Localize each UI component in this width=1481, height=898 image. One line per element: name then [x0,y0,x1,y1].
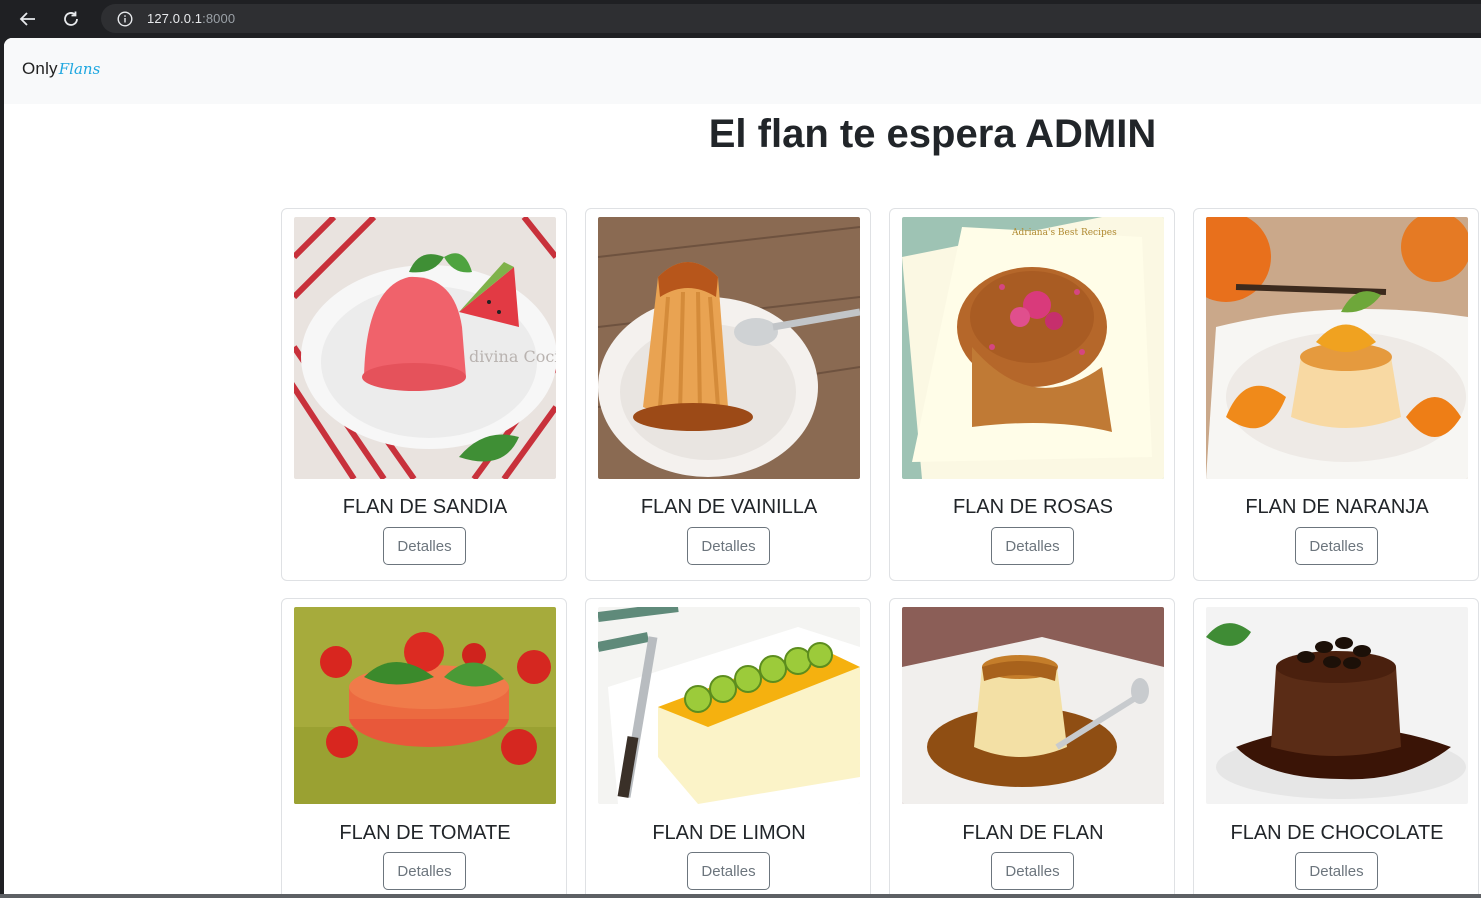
flan-card: FLAN DE LIMON Detalles [585,598,871,894]
flan-card: FLAN DE TOMATE Detalles [281,598,567,894]
details-button[interactable]: Detalles [383,527,466,565]
details-button[interactable]: Detalles [991,852,1074,890]
flan-image [1206,607,1468,804]
flan-image: Adriana's Best Recipes [902,217,1164,479]
details-button[interactable]: Detalles [1295,527,1378,565]
reload-icon[interactable] [58,7,84,31]
flan-card: FLAN DE FLAN Detalles [889,598,1175,894]
url-host: 127.0.0.1 [147,11,203,26]
details-button[interactable]: Detalles [687,852,770,890]
flan-card: FLAN DE VAINILLA Detalles [585,208,871,581]
site-info-icon[interactable] [116,10,134,28]
details-button[interactable]: Detalles [1295,852,1378,890]
flan-image [902,607,1164,804]
page-title: El flan te espera ADMIN [708,112,1157,156]
flan-name: FLAN DE TOMATE [339,822,511,844]
flan-name: FLAN DE NARANJA [1245,496,1429,518]
window-bottom-edge [0,894,1481,898]
url-text: 127.0.0.1:8000 [147,11,235,26]
navbar: Only Flans [4,38,1481,104]
flan-card: divina Cocina FLAN DE SANDIA Detalles [281,208,567,581]
flan-card: Adriana's Best Recipes FLAN DE ROSAS Det… [889,208,1175,581]
details-button[interactable]: Detalles [383,852,466,890]
flan-name: FLAN DE ROSAS [952,496,1114,518]
flan-image [294,607,556,804]
flan-name: FLAN DE SANDIA [342,496,508,518]
details-button[interactable]: Detalles [991,527,1074,565]
url-port: :8000 [202,11,236,26]
flan-image [598,217,860,479]
brand-logo[interactable]: Only Flans [22,59,100,83]
brand-flans-text: Flans [58,60,101,78]
flan-image [598,607,860,804]
browser-toolbar: 127.0.0.1:8000 [0,0,1481,38]
flan-name: FLAN DE VAINILLA [640,496,818,518]
flan-card: FLAN DE CHOCOLATE Detalles [1193,598,1479,894]
flan-image [1206,217,1468,479]
flan-card: FLAN DE NARANJA Detalles [1193,208,1479,581]
back-arrow-icon[interactable] [14,7,40,31]
address-bar[interactable]: 127.0.0.1:8000 [101,4,1481,33]
flan-name: FLAN DE CHOCOLATE [1230,822,1444,844]
page-viewport: Only Flans El flan te espera ADMIN divin… [4,38,1481,894]
image-watermark: Adriana's Best Recipes [1011,228,1117,238]
flan-name: FLAN DE FLAN [962,822,1104,844]
brand-only-text: Only [22,59,58,78]
image-watermark: divina Cocina [469,347,556,366]
details-button[interactable]: Detalles [687,527,770,565]
flan-name: FLAN DE LIMON [652,822,806,844]
flan-image: divina Cocina [294,217,556,479]
